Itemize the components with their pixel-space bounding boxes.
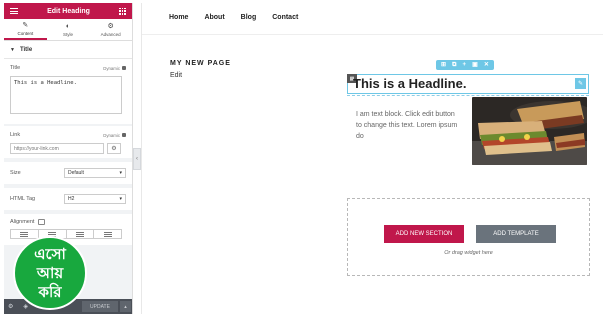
alignment-buttons	[10, 229, 122, 239]
text-block[interactable]: I am text block. Click edit button to ch…	[356, 109, 462, 142]
watermark-line-1: এসো	[34, 244, 66, 263]
contrast-icon: ◐	[65, 22, 71, 30]
tab-advanced[interactable]: ⚙ Advanced	[89, 19, 132, 40]
title-textarea[interactable]: This is a Headline.	[10, 76, 122, 114]
tab-content[interactable]: ✎ Content	[4, 19, 47, 40]
add-new-section-button[interactable]: ADD NEW SECTION	[384, 225, 464, 243]
tab-content-label: Content	[17, 30, 34, 36]
edit-widget-pencil-icon[interactable]: ✎	[575, 78, 586, 89]
nav-home[interactable]: Home	[169, 14, 188, 21]
add-section-dropzone: ADD NEW SECTION ADD TEMPLATE Or drag wid…	[347, 198, 590, 276]
responsive-monitor-icon[interactable]	[38, 218, 46, 225]
align-left-icon	[20, 231, 29, 237]
dynamic-label: Dynamic	[103, 65, 120, 71]
settings-icon[interactable]: ⚙	[8, 303, 13, 310]
section-close-icon[interactable]: ✕	[484, 62, 489, 68]
align-justify-icon	[103, 231, 112, 237]
link-dynamic-label: Dynamic	[103, 132, 120, 138]
link-input[interactable]: https://your-link.com	[10, 143, 104, 154]
tab-style-label: Style	[63, 31, 74, 37]
chevron-down-icon: ▾	[119, 170, 122, 176]
align-right-icon	[75, 231, 84, 237]
watermark-line-2: আয়	[36, 263, 64, 282]
alignment-label: Alignment	[10, 218, 35, 225]
database-icon	[122, 66, 126, 70]
align-justify-button[interactable]	[94, 230, 121, 238]
sandwich-photo-svg	[472, 97, 587, 165]
title-control: Title Dynamic This is a Headline.	[4, 59, 132, 118]
section-title-label: Title	[19, 46, 33, 53]
page-title: MY NEW PAGE	[170, 60, 231, 67]
section-title-header[interactable]: ▼ Title	[4, 41, 132, 59]
nav-blog[interactable]: Blog	[241, 14, 257, 21]
editor-window: Edit Heading ✎ Content ◐ Style ⚙ Advance…	[0, 0, 606, 316]
dynamic-tags-button[interactable]: Dynamic	[103, 66, 126, 71]
collapse-panel-button[interactable]: ‹	[133, 148, 141, 170]
title-label: Title	[10, 65, 21, 71]
link-label: Link	[10, 132, 21, 138]
section-duplicate-icon[interactable]: ⧉	[452, 62, 456, 68]
pencil-icon: ✎	[22, 21, 29, 29]
site-nav: Home About Blog Contact	[169, 14, 298, 21]
html-tag-label: HTML Tag	[10, 196, 36, 202]
page-preview: Home About Blog Contact MY NEW PAGE Edit…	[141, 3, 603, 314]
tab-style[interactable]: ◐ Style	[47, 19, 90, 40]
align-left-button[interactable]	[11, 230, 39, 238]
edit-link[interactable]: Edit	[170, 72, 182, 79]
section-save-icon[interactable]: ▣	[472, 62, 478, 68]
gear-icon: ⚙	[107, 22, 114, 30]
layers-icon[interactable]: ◈	[23, 303, 28, 310]
size-label: Size	[10, 170, 21, 176]
heading-widget[interactable]: ▦ This is a Headline. ✎	[347, 74, 589, 94]
size-control: Size Default ▾	[4, 162, 132, 184]
sandwich-image[interactable]	[472, 97, 587, 165]
panel-tabs: ✎ Content ◐ Style ⚙ Advanced	[4, 19, 132, 41]
caret-down-icon: ▼	[10, 46, 15, 53]
nav-contact[interactable]: Contact	[272, 14, 298, 21]
size-select-value: Default	[68, 170, 84, 176]
menu-icon[interactable]	[10, 8, 18, 14]
tab-advanced-label: Advanced	[100, 31, 121, 37]
section-toolbar: ⊞ ⧉ + ▣ ✕	[436, 60, 494, 70]
link-dynamic-button[interactable]: Dynamic	[103, 133, 126, 138]
section-add-icon[interactable]: ⊞	[441, 62, 446, 68]
link-options-gear-icon[interactable]: ⚙	[107, 143, 121, 154]
add-template-button[interactable]: ADD TEMPLATE	[476, 225, 556, 243]
widgets-grid-icon[interactable]	[119, 7, 126, 15]
section-plus-icon[interactable]: +	[463, 62, 467, 68]
align-right-button[interactable]	[67, 230, 95, 238]
headline-text[interactable]: This is a Headline.	[353, 76, 466, 91]
drag-widget-hint: Or drag widget here	[444, 250, 493, 256]
html-tag-select[interactable]: H2 ▾	[64, 194, 126, 204]
link-database-icon	[122, 133, 126, 137]
html-tag-control: HTML Tag H2 ▾	[4, 188, 132, 210]
nav-about[interactable]: About	[204, 14, 224, 21]
link-control: Link Dynamic https://your-link.com ⚙	[4, 126, 132, 158]
html-tag-select-value: H2	[68, 196, 75, 202]
chevron-down-icon: ▾	[119, 196, 122, 202]
watermark-line-3: করি	[38, 282, 62, 301]
update-button[interactable]: UPDATE	[82, 301, 118, 312]
update-options-chevron-icon[interactable]: ▴	[120, 301, 131, 312]
panel-title: Edit Heading	[47, 7, 90, 15]
panel-header: Edit Heading	[4, 3, 132, 19]
watermark-logo: এসো আয় করি	[13, 236, 87, 310]
size-select[interactable]: Default ▾	[64, 168, 126, 178]
